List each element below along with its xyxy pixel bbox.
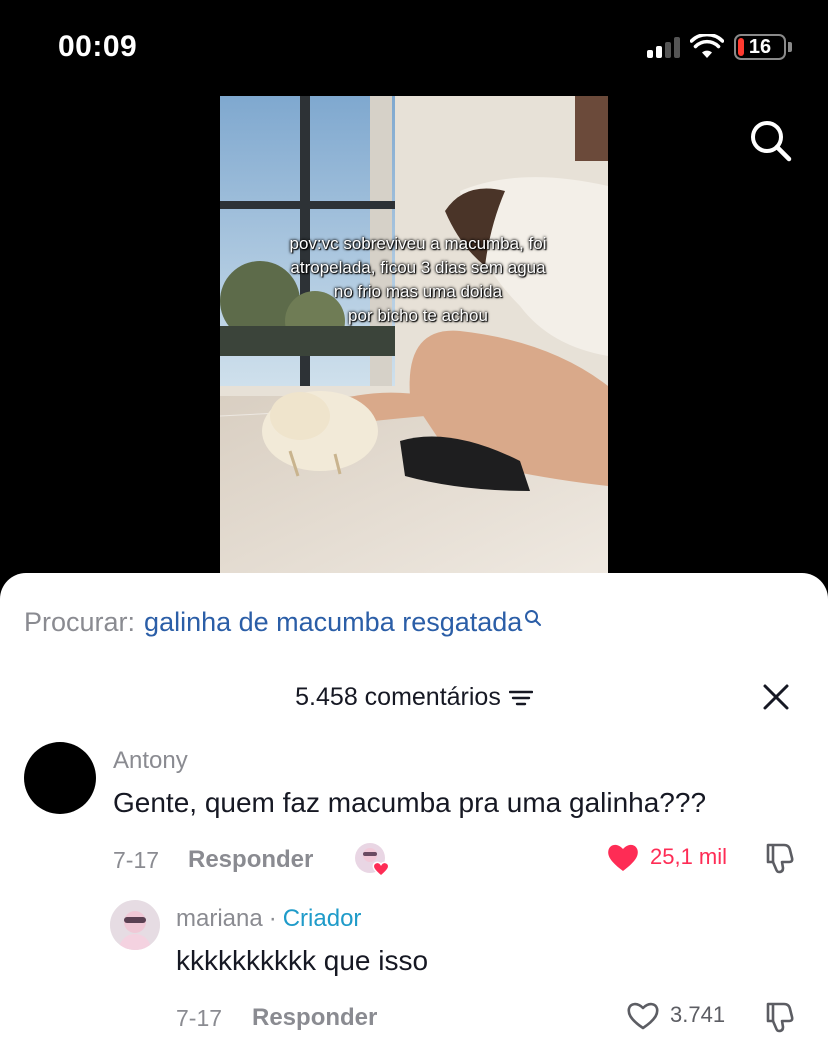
- caption-line: por bicho te achou: [348, 306, 488, 325]
- separator-dot: ·: [268, 905, 277, 932]
- comment-text: kkkkkkkkkk que isso: [176, 945, 429, 976]
- like-count: 25,1 mil: [650, 844, 728, 869]
- search-suggestion-label: Procurar:: [24, 607, 136, 637]
- comments-header: 5.458 comentários: [0, 683, 828, 712]
- comment-text: Gente, quem faz macumba pra uma galinha?…: [113, 787, 707, 818]
- comment-date: 7-17: [113, 847, 160, 873]
- avatar[interactable]: [24, 742, 96, 814]
- battery-icon: 16: [734, 34, 786, 60]
- creator-liked-icon: [355, 843, 390, 877]
- video-caption: pov:vc sobreviveu a macumba, foi atropel…: [248, 232, 588, 328]
- comments-count: 5.458 comentários: [295, 683, 501, 711]
- search-suggestion[interactable]: Procurar: galinha de macumba resgatada: [24, 607, 542, 638]
- search-icon: [525, 610, 542, 626]
- comment-date: 7-17: [176, 1005, 223, 1031]
- caption-line: pov:vc sobreviveu a macumba, foi: [289, 234, 547, 253]
- heart-icon: [627, 1002, 659, 1030]
- reply-button[interactable]: Responder: [252, 1004, 377, 1032]
- comment-username[interactable]: mariana: [176, 905, 263, 933]
- like-count: 3.741: [670, 1002, 726, 1027]
- status-icons: 16: [647, 34, 792, 60]
- sort-icon[interactable]: [508, 688, 533, 708]
- heart-icon: [608, 844, 638, 871]
- dislike-icon[interactable]: [762, 841, 796, 875]
- avatar-image: [110, 900, 160, 950]
- video-frame-image: [220, 96, 608, 576]
- comment-author: mariana · Criador: [176, 905, 361, 933]
- battery-level: 16: [748, 35, 772, 58]
- avatar[interactable]: [110, 900, 160, 950]
- search-icon[interactable]: [748, 118, 794, 164]
- caption-line: no frio mas uma doida: [333, 282, 503, 301]
- dislike-icon[interactable]: [762, 1000, 796, 1034]
- video-player[interactable]: pov:vc sobreviveu a macumba, foi atropel…: [220, 96, 608, 576]
- creator-badge: Criador: [282, 905, 362, 932]
- search-suggestion-query[interactable]: galinha de macumba resgatada: [144, 607, 522, 638]
- caption-line: atropelada, ficou 3 dias sem agua: [290, 258, 546, 277]
- wifi-icon: [690, 34, 724, 58]
- signal-icon: [647, 36, 680, 58]
- close-icon[interactable]: [762, 683, 790, 711]
- like-button[interactable]: 3.741: [626, 999, 725, 1031]
- comments-sheet: Procurar: galinha de macumba resgatada 5…: [0, 573, 828, 1049]
- reply-button[interactable]: Responder: [188, 846, 313, 874]
- like-button[interactable]: 25,1 mil: [606, 841, 727, 873]
- comment-username[interactable]: Antony: [113, 747, 188, 775]
- status-time: 00:09: [58, 30, 138, 63]
